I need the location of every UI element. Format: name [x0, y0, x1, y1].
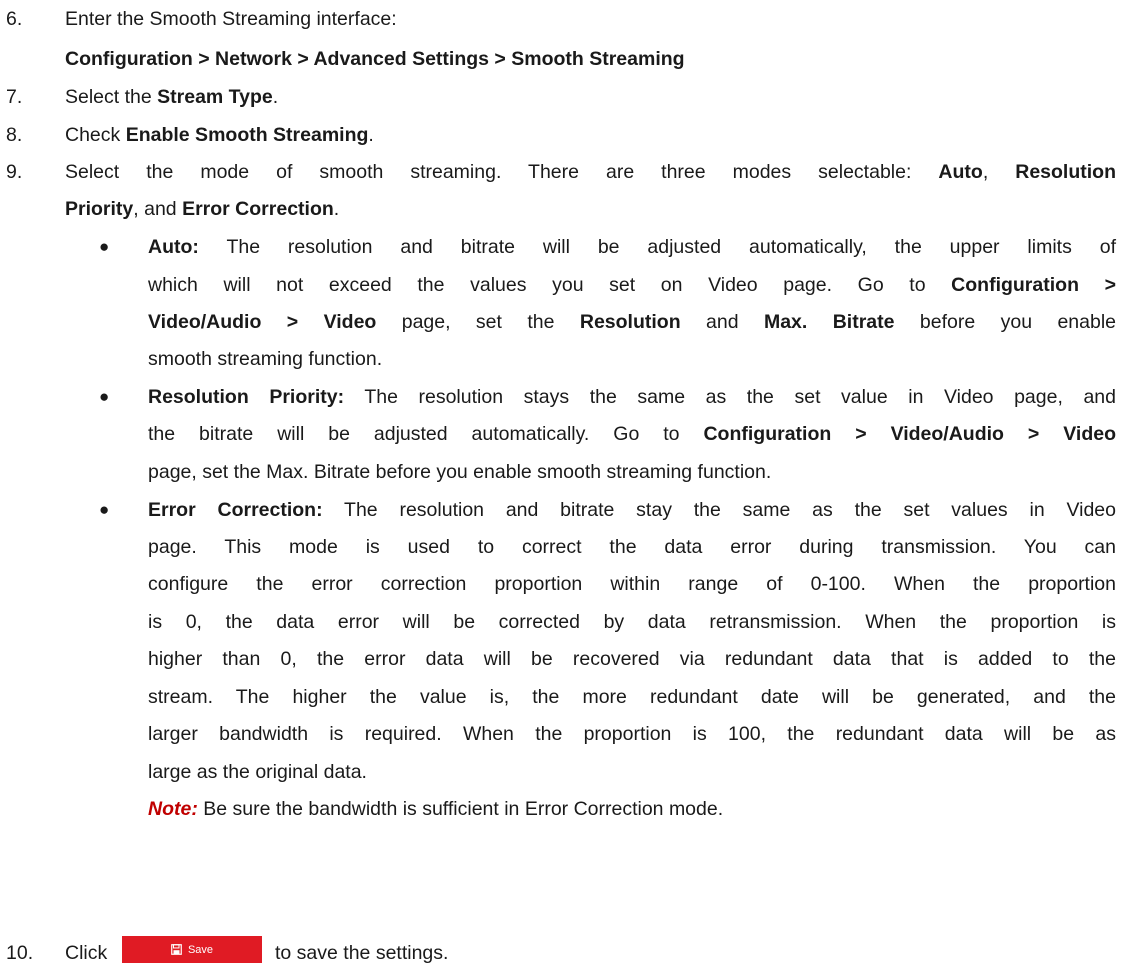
bullet-text: Error Correction: The resolution and bit…	[148, 499, 1116, 521]
step-number: 9.	[6, 161, 23, 183]
bullet-text: higher than 0, the error data will be re…	[148, 648, 1116, 670]
menu-path: Configuration > Network > Advanced Setti…	[65, 48, 685, 70]
ui-term: Configuration >	[951, 274, 1116, 296]
step-text: Enter the Smooth Streaming interface:	[65, 8, 397, 30]
bullet-dot-icon: ●	[99, 237, 110, 256]
ui-term: Video/Audio > Video	[148, 311, 377, 333]
step-text: Select the mode of smooth streaming. The…	[65, 161, 1116, 183]
step-text: Select the Stream Type.	[65, 86, 279, 108]
step-text: Click	[65, 942, 108, 964]
bullet-text: page. This mode is used to correct the d…	[148, 536, 1116, 558]
bullet-text: the bitrate will be adjusted automatical…	[148, 423, 1116, 445]
step-number: 7.	[6, 86, 23, 108]
mode-label: Resolution Priority:	[148, 386, 345, 408]
step-text: Priority, and Error Correction.	[65, 198, 340, 220]
step-text: Check Enable Smooth Streaming.	[65, 124, 374, 146]
save-button[interactable]: Save	[122, 936, 262, 963]
bullet-text: stream. The higher the value is, the mor…	[148, 686, 1116, 708]
step-text: to save the settings.	[275, 942, 449, 964]
bullet-text: Auto: The resolution and bitrate will be…	[148, 236, 1116, 258]
bullet-dot-icon: ●	[99, 387, 110, 406]
ui-term: Priority	[65, 198, 134, 220]
step-number: 8.	[6, 124, 23, 146]
note-label: Note:	[148, 798, 198, 820]
ui-term: Resolution	[579, 311, 681, 333]
bullet-text: is 0, the data error will be corrected b…	[148, 611, 1116, 633]
ui-term: Max. Bitrate	[763, 311, 895, 333]
ui-term: Auto	[938, 161, 983, 183]
bullet-text: larger bandwidth is required. When the p…	[148, 723, 1116, 745]
ui-term: Configuration > Video/Audio > Video	[703, 423, 1116, 445]
bullet-text: page, set the Max. Bitrate before you en…	[148, 461, 772, 483]
bullet-text: which will not exceed the values you set…	[148, 274, 1116, 296]
ui-term: Enable Smooth Streaming	[125, 124, 369, 146]
mode-label: Error Correction:	[148, 499, 323, 521]
ui-term: Error Correction	[182, 198, 334, 220]
mode-label: Auto:	[148, 236, 199, 258]
ui-term: Stream Type	[157, 86, 273, 108]
bullet-text: Video/Audio > Video page, set the Resolu…	[148, 311, 1116, 333]
floppy-disk-icon	[171, 944, 182, 955]
bullet-text: large as the original data.	[148, 761, 367, 783]
bullet-text: Resolution Priority: The resolution stay…	[148, 386, 1116, 408]
bullet-text: configure the error correction proportio…	[148, 573, 1116, 595]
step-number: 6.	[6, 8, 23, 30]
note: Note: Be sure the bandwidth is sufficien…	[148, 798, 724, 820]
save-button-label: Save	[187, 943, 214, 956]
bullet-text: smooth streaming function.	[148, 348, 383, 370]
bullet-dot-icon: ●	[99, 500, 110, 519]
ui-term: Resolution	[1015, 161, 1116, 183]
step-number: 10.	[6, 942, 34, 964]
